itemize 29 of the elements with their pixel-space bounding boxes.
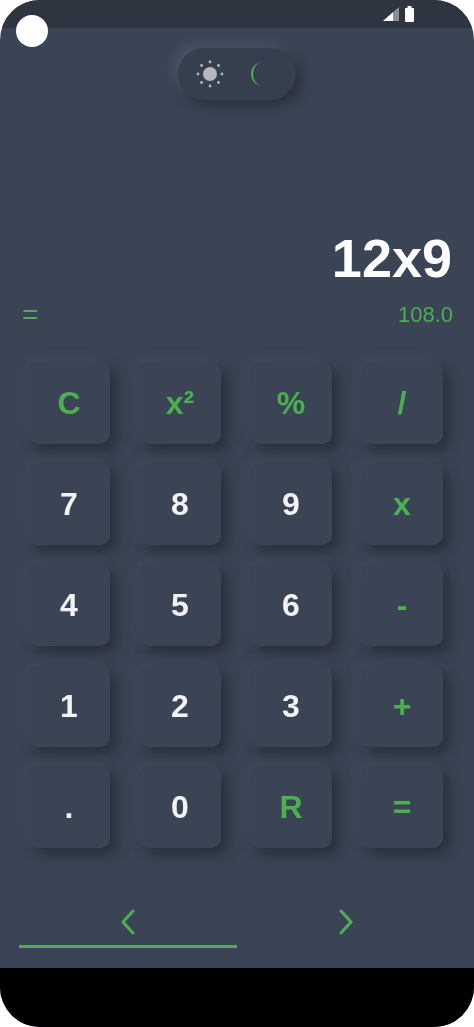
calculator-key[interactable]: 7 (28, 463, 110, 545)
calculator-key[interactable]: 0 (139, 766, 221, 848)
calculator-key[interactable]: R (250, 766, 332, 848)
calculator-key[interactable]: 9 (250, 463, 332, 545)
signal-icon (383, 7, 399, 21)
sun-icon[interactable] (196, 60, 224, 88)
calculator-key[interactable]: 3 (250, 665, 332, 747)
calculator-key[interactable]: / (361, 362, 443, 444)
calculator-key[interactable]: + (361, 665, 443, 747)
calculator-key[interactable]: = (361, 766, 443, 848)
calculator-key[interactable]: 5 (139, 564, 221, 646)
expression-text: 12x9 (331, 228, 453, 288)
camera-hole (16, 15, 48, 47)
calculator-key[interactable]: - (361, 564, 443, 646)
calculator-key[interactable]: . (28, 766, 110, 848)
equals-sign: = (22, 299, 39, 331)
calculator-key[interactable]: 6 (250, 564, 332, 646)
chevron-right-icon (338, 908, 354, 935)
battery-icon (405, 6, 414, 22)
calculator-key[interactable]: C (28, 362, 110, 444)
chevron-left-icon (120, 908, 136, 935)
calculator-key[interactable]: 2 (139, 665, 221, 747)
calculator-key[interactable]: 8 (139, 463, 221, 545)
calculator-key[interactable]: % (250, 362, 332, 444)
result-text: 108.0 (397, 302, 453, 328)
calculator-key[interactable]: x (361, 463, 443, 545)
calculator-key[interactable]: 1 (28, 665, 110, 747)
calculator-key[interactable]: x² (139, 362, 221, 444)
calculator-key[interactable]: 4 (28, 564, 110, 646)
